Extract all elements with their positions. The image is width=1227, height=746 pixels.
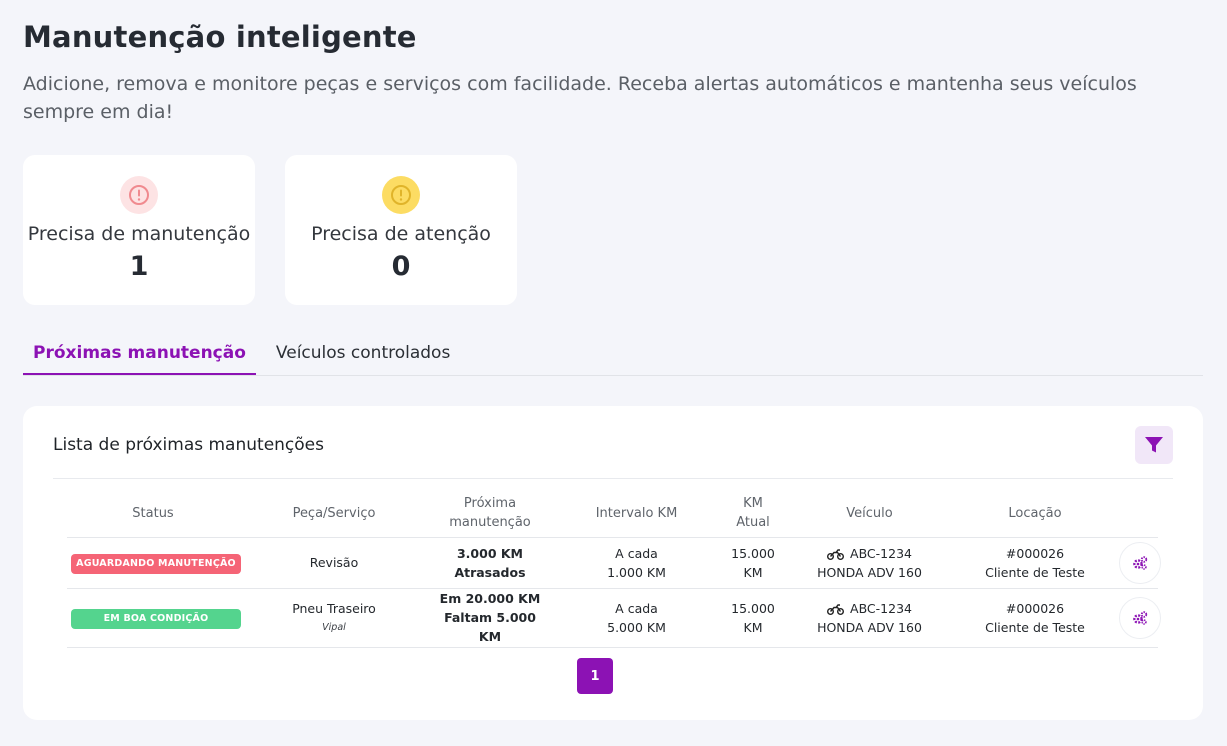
column-header: Próxima manutenção <box>429 490 551 538</box>
column-header: Locação <box>955 490 1115 538</box>
vehicle-cell: ABC-1234 HONDA ADV 160 <box>784 537 955 589</box>
stat-value: 1 <box>129 251 149 282</box>
next-maintenance-cell: 3.000 KM Atrasados <box>429 537 551 589</box>
current-km-cell: 15.000 KM <box>722 537 784 589</box>
rental-cell: #000026 Cliente de Teste <box>955 588 1115 648</box>
alert-circle-icon <box>120 176 158 214</box>
gears-icon <box>1133 555 1148 570</box>
filter-button[interactable] <box>1135 426 1173 464</box>
alert-circle-icon <box>382 176 420 214</box>
gears-icon <box>1133 610 1148 625</box>
next-maintenance-cell: Em 20.000 KM Faltam 5.000 KM <box>429 588 551 648</box>
motorcycle-icon <box>827 603 845 615</box>
current-km-cell: 15.000 KM <box>722 588 784 648</box>
tab-controlled-vehicles[interactable]: Veículos controlados <box>266 333 460 375</box>
tab-bar: Próximas manutenção Veículos controlados <box>23 333 1203 376</box>
status-badge: AGUARDANDO MANUTENÇÃO <box>71 553 241 574</box>
tab-upcoming-maintenance[interactable]: Próximas manutenção <box>23 333 256 375</box>
pagination-page-button[interactable]: 1 <box>577 658 613 694</box>
column-header: Veículo <box>784 490 955 538</box>
column-header: Peça/Serviço <box>239 490 429 538</box>
page-description: Adicione, remova e monitore peças e serv… <box>23 73 1137 123</box>
stat-label: Precisa de manutenção <box>27 223 251 245</box>
interval-cell: A cada 1.000 KM <box>551 537 722 589</box>
divider <box>53 478 1173 479</box>
stat-value: 0 <box>391 251 411 282</box>
settings-button[interactable] <box>1119 596 1161 639</box>
table-header-row: Status Peça/Serviço Próxima manutenção I… <box>67 490 1158 538</box>
page-title: Manutenção inteligente <box>23 20 417 54</box>
table-row: AGUARDANDO MANUTENÇÃO Revisão 3.000 KM At… <box>67 537 1161 589</box>
stat-card-needs-maintenance: Precisa de manutenção 1 <box>23 155 255 305</box>
column-header: Intervalo KM <box>551 490 722 538</box>
part-cell: Revisão <box>239 537 429 589</box>
part-brand: Vipal <box>322 621 346 633</box>
stat-label: Precisa de atenção <box>311 223 491 245</box>
filter-icon <box>1145 437 1163 453</box>
column-header: Status <box>67 490 239 538</box>
part-cell: Pneu Traseiro Vipal <box>239 588 429 648</box>
column-header: KM Atual <box>722 490 784 538</box>
stat-card-needs-attention: Precisa de atenção 0 <box>285 155 517 305</box>
list-title: Lista de próximas manutenções <box>53 435 324 455</box>
vehicle-cell: ABC-1234 HONDA ADV 160 <box>784 588 955 648</box>
status-badge: EM BOA CONDIÇÃO <box>71 608 241 629</box>
settings-button[interactable] <box>1119 541 1161 584</box>
column-header-actions <box>1115 490 1158 538</box>
motorcycle-icon <box>827 548 845 560</box>
rental-cell: #000026 Cliente de Teste <box>955 537 1115 589</box>
maintenance-table: Status Peça/Serviço Próxima manutenção I… <box>67 490 1161 648</box>
table-row: EM BOA CONDIÇÃO Pneu Traseiro Vipal Em 20… <box>67 588 1161 648</box>
maintenance-list-card: Lista de próximas manutenções Status Peç… <box>23 406 1203 720</box>
interval-cell: A cada 5.000 KM <box>551 588 722 648</box>
